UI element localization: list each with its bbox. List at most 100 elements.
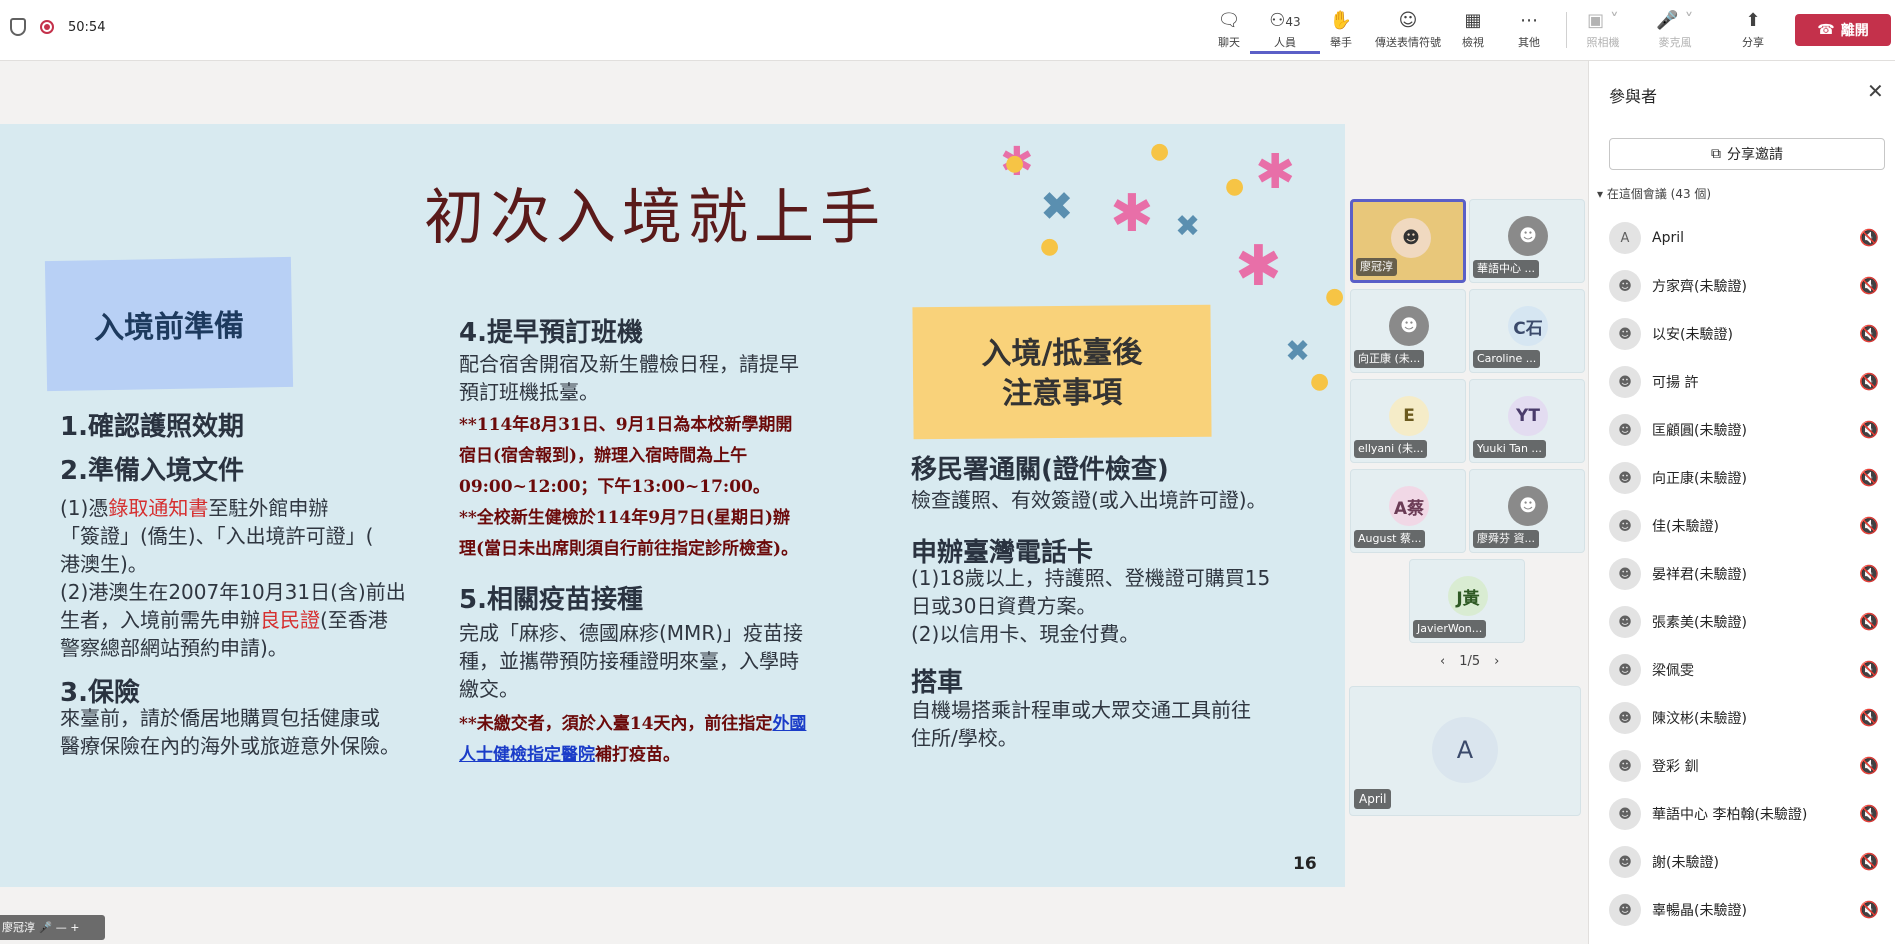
list-item[interactable]: ☻ 辜暢晶(未驗證) 🔇 [1609, 886, 1889, 934]
dot-decoration-icon: ● [1225, 174, 1245, 199]
mic-off-icon: 🔇 [1859, 900, 1879, 919]
mic-off-icon: 🔇 [1859, 660, 1879, 679]
person-icon: ☻ [1609, 462, 1641, 494]
video-tile[interactable]: ☻ 廖舜芬 資... [1469, 469, 1585, 553]
person-icon: ☻ [1609, 702, 1641, 734]
chevron-left-icon[interactable]: ‹ [1440, 654, 1445, 669]
person-icon: ☻ [1609, 894, 1641, 926]
person-icon: ☻ [1609, 558, 1641, 590]
mic-off-icon: 🔇 [1859, 852, 1879, 871]
chevron-right-icon[interactable]: › [1494, 654, 1499, 669]
participant-list: A April 🔇 ☻ 方家齊(未驗證) 🔇 ☻ 以安(未驗證) 🔇 ☻ 可揚 許 🔇 ☻ 匡顧圓… [1609, 214, 1889, 934]
mic-icon: 🎤 — + [38, 921, 80, 934]
list-item[interactable]: ☻ 方家齊(未驗證) 🔇 [1609, 262, 1889, 310]
avatar: YT [1508, 396, 1548, 436]
section-text: (1)憑錄取通知書至駐外館申辦 「簽證」(僑生)、「入出境許可證」( 港澳生)。… [60, 496, 406, 660]
list-item[interactable]: ☻ 張素美(未驗證) 🔇 [1609, 598, 1889, 646]
video-tile[interactable]: E ellyani (未... [1350, 379, 1466, 463]
featured-video-tile[interactable]: A April [1349, 686, 1581, 816]
person-icon: ☻ [1508, 216, 1548, 256]
hospital-link[interactable]: 外國 [772, 714, 806, 734]
list-item[interactable]: A April 🔇 [1609, 214, 1889, 262]
section-text: (1)18歲以上，持護照、登機證可購買15 日或30日資費方案。 (2)以信用卡… [911, 566, 1271, 646]
list-item[interactable]: ☻ 陳汶彬(未驗證) 🔇 [1609, 694, 1889, 742]
list-item[interactable]: ☻ 以安(未驗證) 🔇 [1609, 310, 1889, 358]
mic-off-icon: 🔇 [1859, 564, 1879, 583]
section-heading: 搭車 [911, 668, 964, 698]
recording-icon [40, 20, 54, 34]
shield-icon [10, 18, 26, 36]
people-count: 43 [1285, 15, 1301, 29]
avatar: C石 [1508, 306, 1548, 346]
section-text: 配合宿舍開宿及新生體檢日程，請提早 預訂班機抵臺。 [459, 352, 799, 404]
video-tile[interactable]: ☻ 廖冠淳 [1350, 199, 1466, 283]
star-decoration-icon: ✱ [1110, 184, 1154, 244]
star-decoration-icon: ✱ [1255, 144, 1296, 200]
more-button[interactable]: ⋯ 其他 [1494, 8, 1564, 54]
mic-off-icon: 🔇 [1859, 708, 1879, 727]
leave-button[interactable]: ☎ 離開 [1795, 14, 1891, 46]
person-icon: ☻ [1609, 366, 1641, 398]
list-item[interactable]: ☻ 向正康(未驗證) 🔇 [1609, 454, 1889, 502]
section-note: **未繳交者，須於入臺14天內，前往指定外國 人士健檢指定醫院補打疫苗。 [459, 714, 807, 765]
section-text: 來臺前，請於僑居地購買包括健康或 醫療保險在內的海外或旅遊意外保險。 [60, 706, 400, 758]
camera-off-icon: ▣ ˅ [1587, 10, 1619, 31]
person-icon: ☻ [1609, 414, 1641, 446]
close-icon[interactable]: ✕ [1867, 79, 1884, 103]
gallery-pager: ‹ 1/5 › [1440, 654, 1500, 669]
toolbar-divider [1566, 12, 1567, 48]
mic-off-icon: 🔇 [1859, 804, 1879, 823]
toolbar-left: 50:54 [10, 18, 105, 36]
mic-off-icon: 🔇 [1859, 420, 1879, 439]
share-icon: ⧉ [1711, 146, 1721, 162]
list-item[interactable]: ☻ 謝(未驗證) 🔇 [1609, 838, 1889, 886]
person-icon: ☻ [1609, 510, 1641, 542]
panel-title: 參與者 [1609, 87, 1658, 106]
avatar: A蔡 [1389, 486, 1429, 526]
avatar: J黃 [1448, 576, 1488, 616]
video-tile[interactable]: YT Yuuki Tan ... [1469, 379, 1585, 463]
list-item[interactable]: ☻ 晏祥君(未驗證) 🔇 [1609, 550, 1889, 598]
mic-button[interactable]: 🎤 ˅ 麥克風 [1640, 8, 1710, 54]
star-decoration-icon: ✖ [1285, 334, 1311, 369]
list-item[interactable]: ☻ 登彩 釧 🔇 [1609, 742, 1889, 790]
more-icon: ⋯ [1520, 10, 1538, 31]
share-invite-button[interactable]: ⧉ 分享邀請 [1609, 138, 1885, 170]
list-item[interactable]: ☻ 匡顧圓(未驗證) 🔇 [1609, 406, 1889, 454]
person-icon: ☻ [1609, 846, 1641, 878]
video-tile[interactable]: ☻ 華語中心 ... [1469, 199, 1585, 283]
phone-hangup-icon: ☎ [1817, 22, 1835, 38]
video-tile[interactable]: C石 Caroline ... [1469, 289, 1585, 373]
video-tile[interactable]: A蔡 August 蔡... [1350, 469, 1466, 553]
list-item[interactable]: ☻ 華語中心 李柏翰(未驗證) 🔇 [1609, 790, 1889, 838]
video-tile[interactable]: ☻ 向正康 (未... [1350, 289, 1466, 373]
person-icon: ☻ [1609, 270, 1641, 302]
dot-decoration-icon: ● [1005, 151, 1025, 176]
raise-hand-button[interactable]: ✋ 舉手 [1306, 8, 1376, 54]
mic-off-icon: 🔇 [1859, 324, 1879, 343]
mic-off-icon: 🔇 [1859, 756, 1879, 775]
person-icon: ☻ [1609, 798, 1641, 830]
emoji-button[interactable]: ☺ 傳送表情符號 [1372, 8, 1444, 54]
video-tile[interactable]: J黃 JavierWon... [1409, 559, 1525, 643]
emoji-icon: ☺ [1398, 10, 1418, 31]
section-heading: 2.準備入境文件 [60, 456, 244, 486]
list-item[interactable]: ☻ 佳(未驗證) 🔇 [1609, 502, 1889, 550]
video-gallery: ☻ 廖冠淳 ☻ 華語中心 ... ☻ 向正康 (未... C石 Caroline… [1345, 124, 1588, 884]
presenter-tag: 廖冠淳 🎤 — + [0, 915, 105, 940]
mic-off-icon: 🎤 ˅ [1656, 10, 1694, 31]
share-button[interactable]: ⬆ 分享 [1718, 8, 1788, 54]
section-note: **114年8月31日、9月1日為本校新學期開 宿日(宿舍報到)，辦理入宿時間為… [459, 415, 799, 559]
camera-button[interactable]: ▣ ˅ 照相機 [1568, 8, 1638, 54]
hospital-link[interactable]: 人士健檢指定醫院 [459, 745, 595, 765]
raise-hand-icon: ✋ [1329, 10, 1353, 31]
shared-slide: ✱ ✖ ✱ ✖ ✱ ✱ ✖ ● ● ● ● ● ● 初次入境就上手 入境前準備 … [0, 124, 1345, 887]
section-text: 完成「麻疹、德國麻疹(MMR)」疫苗接 種，並攜帶預防接種證明來臺，入學時 繳交… [459, 621, 804, 701]
participants-section-header[interactable]: ▾ 在這個會議 (43 個) [1597, 185, 1711, 202]
meeting-toolbar: 50:54 🗨 聊天 ⚇43 人員 ✋ 舉手 ☺ 傳送表情符號 ▦ 檢視 ⋯ 其… [0, 0, 1895, 61]
list-item[interactable]: ☻ 可揚 許 🔇 [1609, 358, 1889, 406]
list-item[interactable]: ☻ 梁佩雯 🔇 [1609, 646, 1889, 694]
person-icon: ☻ [1508, 486, 1548, 526]
section-heading: 移民署通關(證件檢查) [911, 455, 1169, 485]
section-heading: 1.確認護照效期 [60, 412, 244, 442]
